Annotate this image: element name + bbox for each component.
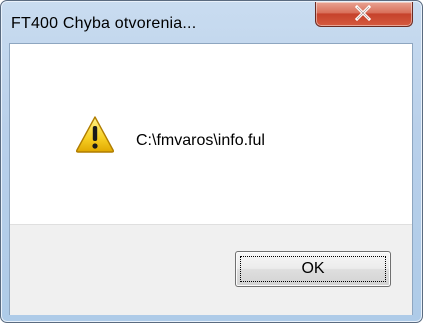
window-title: FT400 Chyba otvorenia... <box>11 15 197 32</box>
dialog-window: FT400 Chyba otvorenia... C:\fmvaros\info… <box>0 0 423 323</box>
close-button[interactable] <box>315 2 413 27</box>
dialog-client-area: C:\fmvaros\info.ful OK <box>9 43 413 315</box>
ok-button[interactable]: OK <box>235 251 391 287</box>
error-message: C:\fmvaros\info.ful <box>136 132 265 149</box>
ok-button-label: OK <box>301 260 325 277</box>
message-area: C:\fmvaros\info.ful <box>10 44 412 224</box>
close-icon <box>354 5 372 21</box>
warning-icon <box>75 116 115 153</box>
title-bar[interactable]: FT400 Chyba otvorenia... <box>1 1 422 43</box>
